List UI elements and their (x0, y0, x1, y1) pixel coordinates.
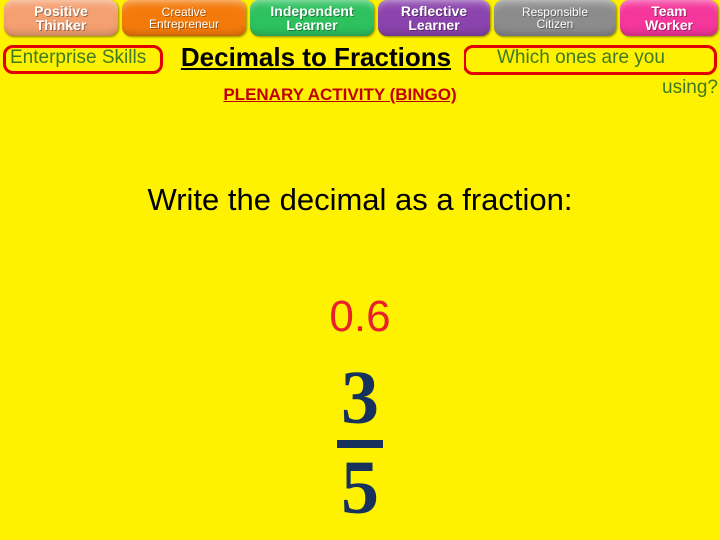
which-ones-label: Which ones are you (497, 47, 665, 68)
using-label: using? (662, 77, 718, 98)
skill-chip-line1: Independent (270, 3, 354, 19)
skill-chip-line2: Learner (286, 17, 338, 33)
skill-chip-independent-learner[interactable]: Independent Learner (250, 0, 374, 36)
skill-chip-line2: Thinker (35, 17, 87, 33)
decimal-value: 0.6 (329, 292, 391, 341)
skill-chip-line2: Learner (408, 17, 460, 33)
skill-banner: Positive Thinker Creative Entrepreneur I… (0, 0, 720, 38)
skill-chip-line1: Team (651, 3, 687, 19)
slide-canvas: Positive Thinker Creative Entrepreneur I… (0, 0, 720, 540)
question-prompt: Write the decimal as a fraction: (147, 182, 573, 217)
fraction-numerator: 3 (341, 356, 379, 440)
fraction-answer: 3 5 (0, 356, 720, 531)
skill-chip-creative-entrepreneur[interactable]: Creative Entrepreneur (122, 0, 246, 36)
skill-chip-line2: Citizen (536, 17, 574, 31)
fraction-denominator: 5 (341, 446, 379, 531)
page-title: Decimals to Fractions (168, 43, 464, 72)
skill-chip-line2: Entrepreneur (148, 17, 220, 31)
skill-chip-reflective-learner[interactable]: Reflective Learner (378, 0, 490, 36)
enterprise-skills-label: Enterprise Skills (10, 47, 147, 68)
skill-chip-team-worker[interactable]: Team Worker (620, 0, 718, 36)
skill-chip-positive-thinker[interactable]: Positive Thinker (4, 0, 118, 36)
skill-chip-responsible-citizen[interactable]: Responsible Citizen (494, 0, 616, 36)
skill-chip-line1: Positive (34, 3, 88, 19)
skill-chip-line1: Reflective (400, 3, 468, 19)
skill-chip-line2: Worker (645, 17, 693, 33)
